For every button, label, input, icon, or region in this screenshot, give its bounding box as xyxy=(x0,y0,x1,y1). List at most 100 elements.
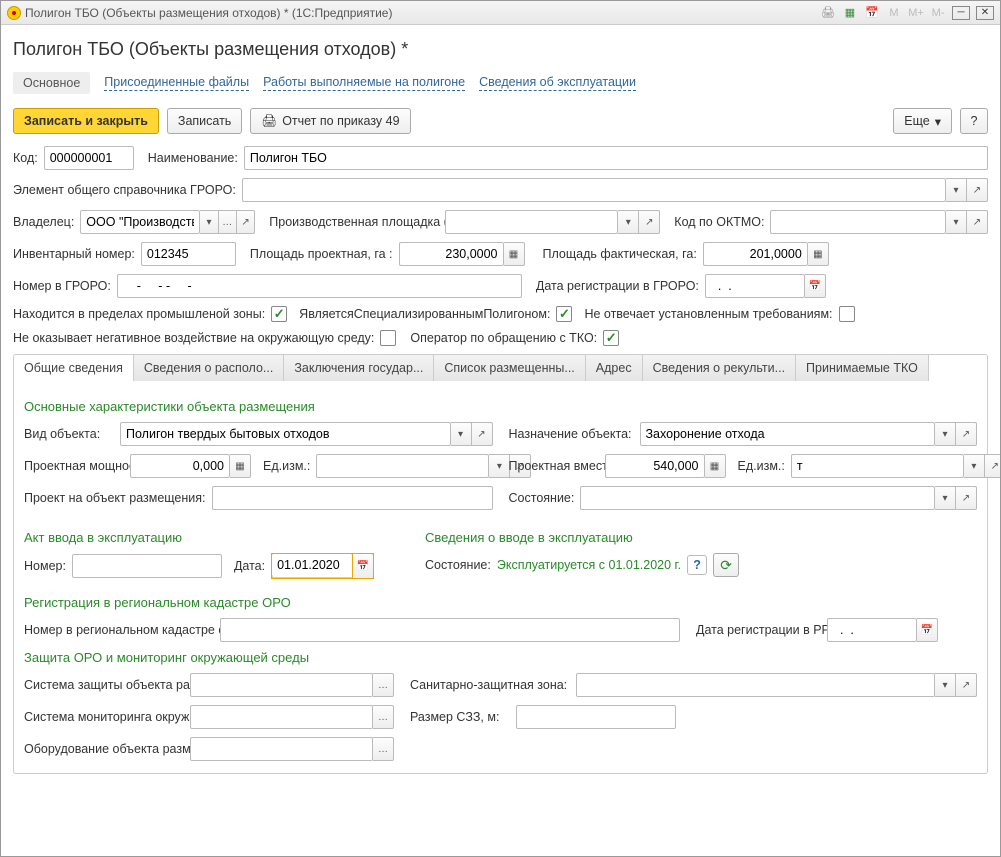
reg-date-calendar-icon[interactable]: 📅 xyxy=(917,618,938,642)
not-comply-checkbox[interactable] xyxy=(839,306,855,322)
m-plus-button[interactable]: M+ xyxy=(908,5,924,21)
in-zone-checkbox[interactable] xyxy=(271,306,287,322)
monitoring-input[interactable] xyxy=(190,705,373,729)
act-num-input[interactable] xyxy=(72,554,222,578)
code-label: Код: xyxy=(13,151,38,165)
owner-input[interactable] xyxy=(80,210,200,234)
groro-date-input[interactable] xyxy=(705,274,805,298)
oktmo-label: Код по ОКТМО: xyxy=(674,215,764,229)
szz-open[interactable]: ↗ xyxy=(956,673,977,697)
no-negative-checkbox[interactable] xyxy=(380,330,396,346)
name-input[interactable] xyxy=(244,146,988,170)
design-cap-calc-icon[interactable]: ▦ xyxy=(230,454,251,478)
act-date-calendar-icon[interactable]: 📅 xyxy=(352,554,373,578)
obj-type-open[interactable]: ↗ xyxy=(472,422,493,446)
inner-tab-address[interactable]: Адрес xyxy=(586,355,643,381)
state-open[interactable]: ↗ xyxy=(956,486,977,510)
help-button[interactable]: ? xyxy=(960,108,988,134)
owner-ellipsis[interactable]: … xyxy=(219,210,237,234)
groro-elem-input[interactable] xyxy=(242,178,946,202)
tab-exploitation[interactable]: Сведения об эксплуатации xyxy=(479,75,636,91)
area-fact-calc-icon[interactable]: ▦ xyxy=(808,242,829,266)
tab-main[interactable]: Основное xyxy=(13,72,90,94)
specialized-checkbox[interactable] xyxy=(556,306,572,322)
purpose-input[interactable] xyxy=(640,422,936,446)
inner-tab-reclamation[interactable]: Сведения о рекульти... xyxy=(643,355,796,381)
m-button[interactable]: M xyxy=(886,5,902,21)
inv-num-input[interactable] xyxy=(141,242,236,266)
szz-size-input[interactable] xyxy=(516,705,676,729)
save-button[interactable]: Записать xyxy=(167,108,242,134)
groro-num-label: Номер в ГРОРО: xyxy=(13,279,111,293)
inner-tab-general[interactable]: Общие сведения xyxy=(14,355,134,381)
area-fact-input[interactable] xyxy=(703,242,808,266)
area-plan-input[interactable] xyxy=(399,242,504,266)
code-input[interactable] xyxy=(44,146,134,170)
protection-sys-input[interactable] xyxy=(190,673,373,697)
unit2-input[interactable] xyxy=(791,454,964,478)
inner-tab-conclusions[interactable]: Заключения государ... xyxy=(284,355,434,381)
oktmo-dropdown[interactable]: ▾ xyxy=(946,210,967,234)
reg-num-input[interactable] xyxy=(220,618,680,642)
equipment-input[interactable] xyxy=(190,737,373,761)
tab-works[interactable]: Работы выполняемые на полигоне xyxy=(263,75,465,91)
state-dropdown[interactable]: ▾ xyxy=(935,486,956,510)
unit2-dropdown[interactable]: ▾ xyxy=(964,454,985,478)
oktmo-open[interactable]: ↗ xyxy=(967,210,988,234)
act-date-input[interactable] xyxy=(272,554,352,576)
area-plan-calc-icon[interactable]: ▦ xyxy=(504,242,525,266)
commission-help-button[interactable]: ? xyxy=(687,555,707,575)
tko-operator-checkbox[interactable] xyxy=(603,330,619,346)
groro-num-input[interactable] xyxy=(117,274,522,298)
equipment-ellipsis[interactable]: … xyxy=(373,737,394,761)
design-vol-calc-icon[interactable]: ▦ xyxy=(705,454,726,478)
design-cap-input[interactable] xyxy=(130,454,230,478)
unit2-open[interactable]: ↗ xyxy=(985,454,1000,478)
prod-site-open[interactable]: ↗ xyxy=(639,210,660,234)
protection-sys-ellipsis[interactable]: … xyxy=(373,673,394,697)
inner-tab-tko[interactable]: Принимаемые ТКО xyxy=(796,355,929,381)
monitoring-ellipsis[interactable]: … xyxy=(373,705,394,729)
design-vol-input[interactable] xyxy=(605,454,705,478)
save-close-button[interactable]: Записать и закрыть xyxy=(13,108,159,134)
area-plan-label: Площадь проектная, га : xyxy=(250,247,393,261)
szz-dropdown[interactable]: ▾ xyxy=(935,673,956,697)
state-input[interactable] xyxy=(580,486,935,510)
szz-input[interactable] xyxy=(576,673,935,697)
commission-refresh-button[interactable]: ⟳ xyxy=(713,553,739,577)
commission-state-value: Эксплуатируется с 01.01.2020 г. xyxy=(497,558,681,572)
m-minus-button[interactable]: M- xyxy=(930,5,946,21)
owner-dropdown[interactable]: ▾ xyxy=(200,210,218,234)
report-button[interactable]: 🖨 Отчет по приказу 49 xyxy=(250,108,410,134)
unit1-input[interactable] xyxy=(316,454,489,478)
oktmo-input[interactable] xyxy=(770,210,946,234)
groro-elem-dropdown[interactable]: ▾ xyxy=(946,178,967,202)
inner-tab-placed-list[interactable]: Список размещенны... xyxy=(434,355,585,381)
inner-tab-location[interactable]: Сведения о располо... xyxy=(134,355,284,381)
project-label: Проект на объект размещения: xyxy=(24,491,206,505)
project-input[interactable] xyxy=(212,486,493,510)
print-icon[interactable]: 🖨 xyxy=(820,5,836,21)
prod-site-dropdown[interactable]: ▾ xyxy=(618,210,639,234)
reg-date-input[interactable] xyxy=(827,618,917,642)
obj-type-dropdown[interactable]: ▾ xyxy=(451,422,472,446)
unit1-dropdown[interactable]: ▾ xyxy=(489,454,510,478)
groro-elem-open[interactable]: ↗ xyxy=(967,178,988,202)
purpose-open[interactable]: ↗ xyxy=(956,422,977,446)
purpose-dropdown[interactable]: ▾ xyxy=(935,422,956,446)
prod-site-input[interactable] xyxy=(445,210,618,234)
printer-icon: 🖨 xyxy=(261,114,277,129)
tko-operator-label: Оператор по обращению с ТКО: xyxy=(410,331,597,345)
obj-type-label: Вид объекта: xyxy=(24,427,114,441)
toolbar: Записать и закрыть Записать 🖨 Отчет по п… xyxy=(13,108,988,134)
minimize-button[interactable]: ─ xyxy=(952,6,970,20)
owner-open[interactable]: ↗ xyxy=(237,210,255,234)
obj-type-input[interactable] xyxy=(120,422,451,446)
close-button[interactable]: ✕ xyxy=(976,6,994,20)
more-button[interactable]: Еще ▾ xyxy=(893,108,952,134)
calendar-icon[interactable]: 📅 xyxy=(864,5,880,21)
design-cap-label: Проектная мощность ОРО: xyxy=(24,459,124,474)
tab-attached-files[interactable]: Присоединенные файлы xyxy=(104,75,249,91)
calc-icon[interactable]: ▦ xyxy=(842,5,858,21)
groro-date-calendar-icon[interactable]: 📅 xyxy=(805,274,826,298)
